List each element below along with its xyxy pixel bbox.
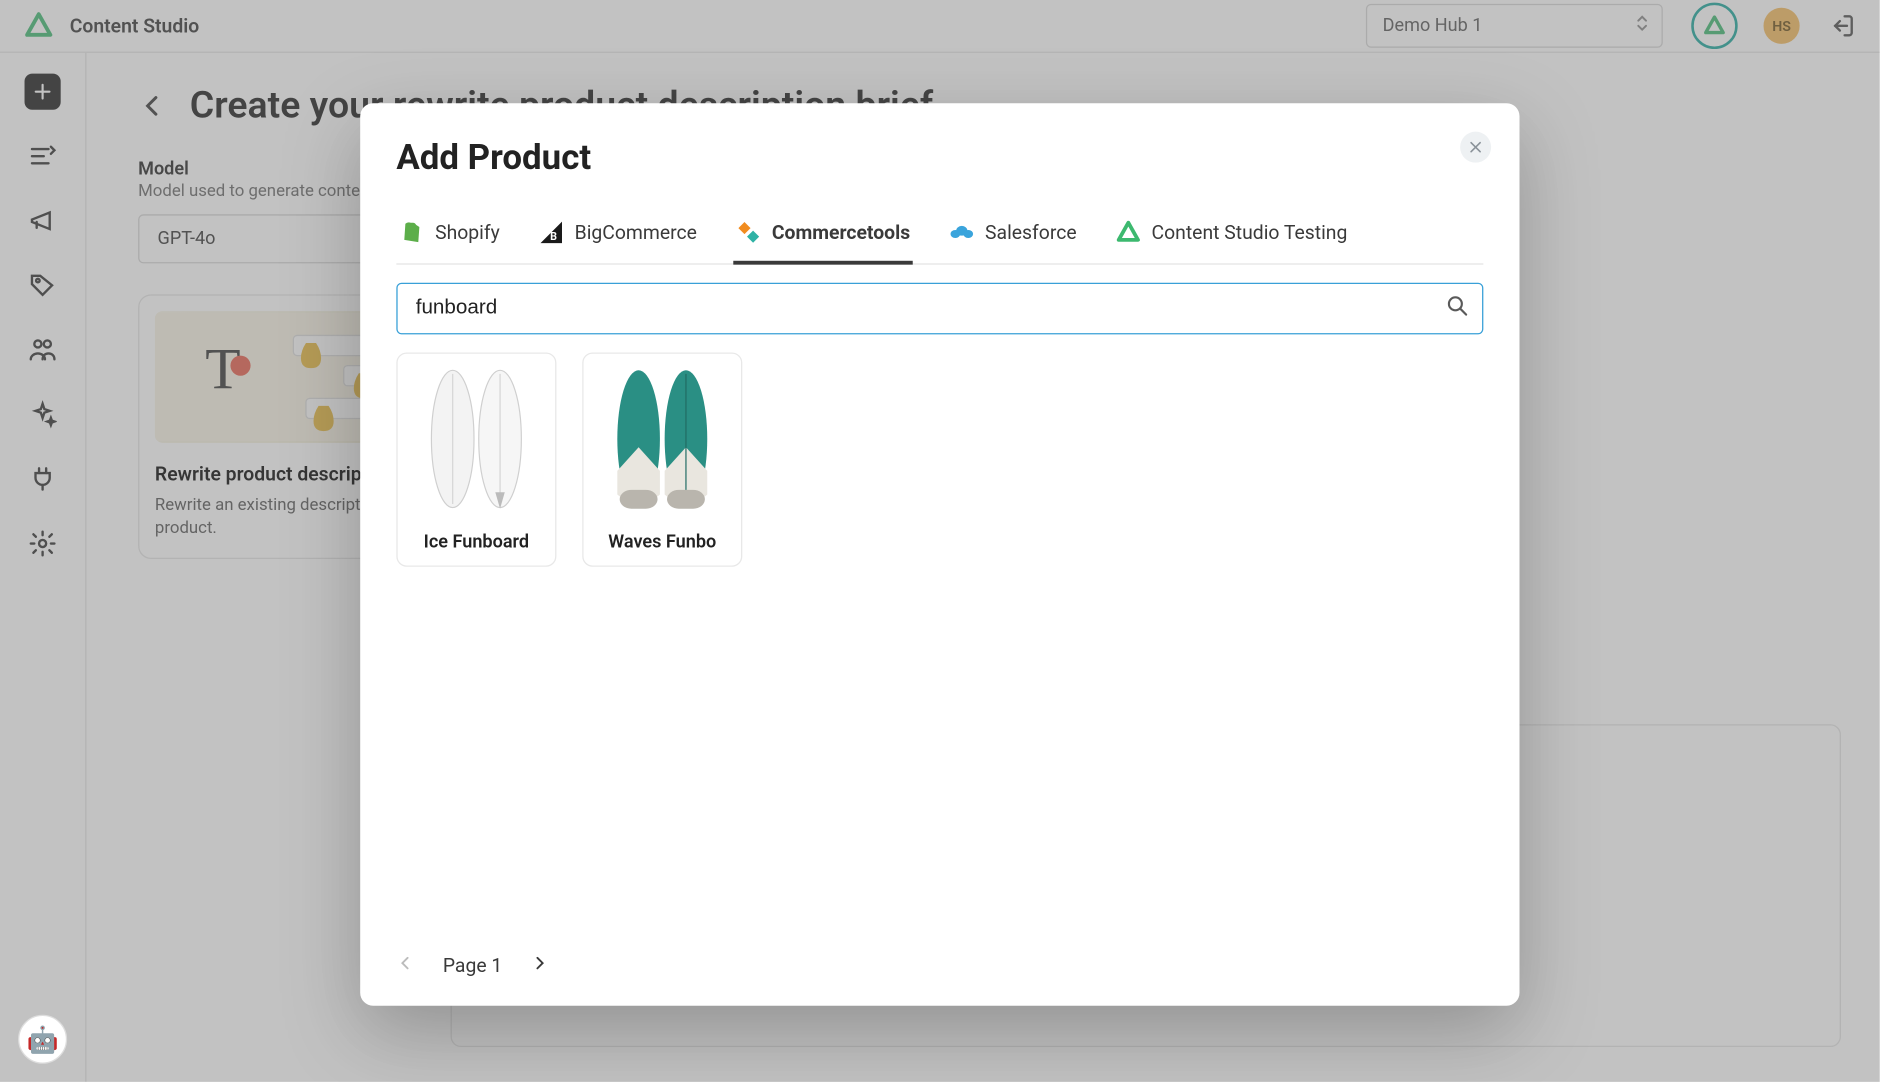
close-button[interactable] bbox=[1460, 132, 1491, 163]
shopify-icon bbox=[399, 219, 425, 245]
source-tabs: Shopify B BigCommerce Commerceto bbox=[396, 212, 1483, 265]
product-card[interactable]: Ice Funboard bbox=[396, 352, 556, 566]
tab-commercetools[interactable]: Commercetools bbox=[733, 212, 913, 264]
tab-label: Content Studio Testing bbox=[1151, 221, 1347, 244]
commercetools-icon bbox=[736, 219, 762, 245]
add-product-modal: Add Product Shopify B BigCommerce bbox=[360, 103, 1519, 1005]
pager-next[interactable] bbox=[531, 954, 549, 977]
pager-label: Page 1 bbox=[443, 954, 502, 977]
tab-label: Shopify bbox=[435, 221, 500, 244]
search-input[interactable] bbox=[396, 283, 1483, 335]
modal-title: Add Product bbox=[396, 137, 1483, 178]
product-image bbox=[589, 359, 736, 519]
pager: Page 1 bbox=[396, 954, 1483, 977]
product-card[interactable]: Waves Funbo bbox=[582, 352, 742, 566]
tab-shopify[interactable]: Shopify bbox=[396, 212, 502, 264]
svg-text:B: B bbox=[550, 230, 557, 243]
bigcommerce-icon: B bbox=[538, 219, 564, 245]
tab-content-studio-testing[interactable]: Content Studio Testing bbox=[1113, 212, 1350, 264]
tab-label: Salesforce bbox=[985, 221, 1077, 244]
tab-bigcommerce[interactable]: B BigCommerce bbox=[536, 212, 700, 264]
chat-fab[interactable]: 🤖 bbox=[18, 1015, 67, 1064]
tab-salesforce[interactable]: Salesforce bbox=[946, 212, 1079, 264]
pager-prev[interactable] bbox=[396, 954, 414, 977]
chat-fab-emoji: 🤖 bbox=[27, 1024, 59, 1055]
salesforce-icon bbox=[949, 219, 975, 245]
product-image bbox=[403, 359, 550, 519]
search-icon[interactable] bbox=[1445, 293, 1471, 324]
product-name: Waves Funbo bbox=[589, 532, 736, 553]
tab-label: Commercetools bbox=[772, 221, 910, 244]
product-name: Ice Funboard bbox=[403, 532, 550, 553]
tab-label: BigCommerce bbox=[575, 221, 697, 244]
cstudio-icon bbox=[1115, 219, 1141, 245]
modal-overlay: Add Product Shopify B BigCommerce bbox=[0, 0, 1880, 1082]
search-results: Ice Funboard bbox=[396, 352, 1483, 566]
